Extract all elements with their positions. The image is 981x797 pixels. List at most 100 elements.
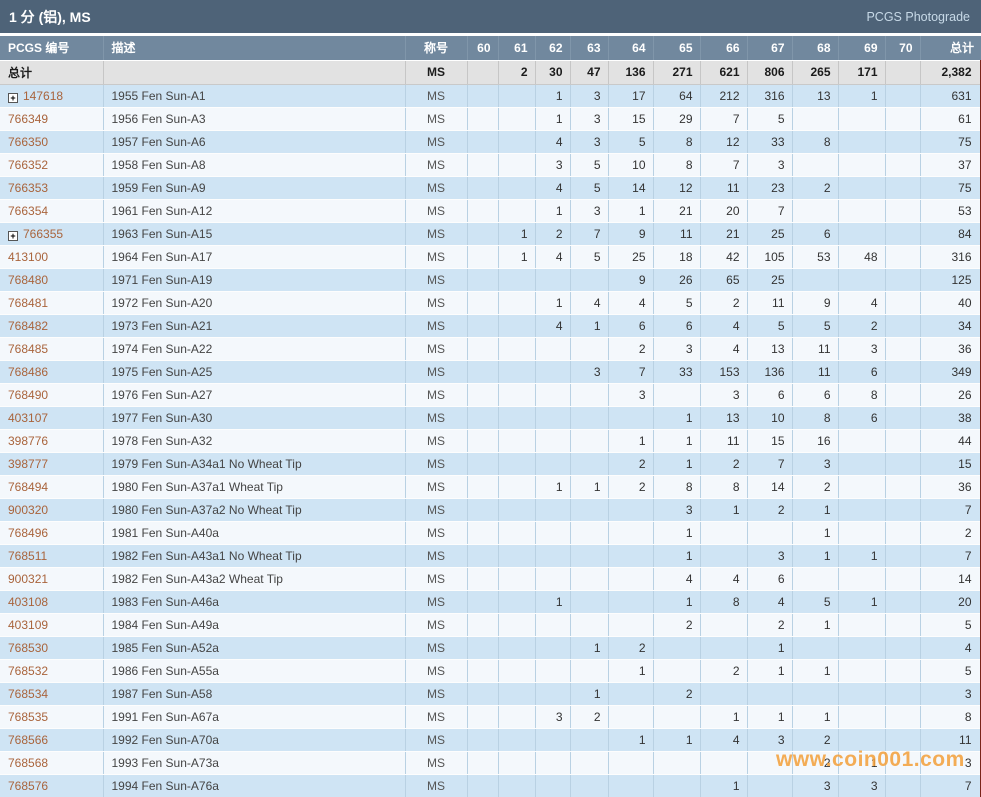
row-total-cell: 34 bbox=[920, 314, 981, 337]
grade-count-cell: 11 bbox=[792, 337, 838, 360]
column-header: 61 bbox=[498, 36, 535, 60]
pcgs-number-link[interactable]: 900320 bbox=[8, 503, 48, 517]
pcgs-number-link[interactable]: 413100 bbox=[8, 250, 48, 264]
grade-count-cell bbox=[570, 774, 608, 797]
designation-text: MS bbox=[427, 779, 445, 793]
coin-description-text: 1994 Fen Sun-A76a bbox=[112, 779, 219, 793]
pcgs-number-link[interactable]: 768530 bbox=[8, 641, 48, 655]
pcgs-number-link[interactable]: 768534 bbox=[8, 687, 48, 701]
grade-count-cell: 7 bbox=[747, 452, 792, 475]
pcgs-number-link[interactable]: 768566 bbox=[8, 733, 48, 747]
grade-count-cell: 7 bbox=[570, 222, 608, 245]
coin-description-text: 1974 Fen Sun-A22 bbox=[112, 342, 213, 356]
table-row: 9003201980 Fen Sun-A37a2 No Wheat TipMS3… bbox=[0, 498, 981, 521]
pcgs-number-link[interactable]: 766349 bbox=[8, 112, 48, 126]
coin-description-text: 1956 Fen Sun-A3 bbox=[112, 112, 206, 126]
grade-count-cell: 1 bbox=[535, 590, 570, 613]
grade-count-cell bbox=[570, 383, 608, 406]
expand-plus-icon[interactable]: + bbox=[8, 231, 18, 241]
grade-count-cell: 15 bbox=[747, 429, 792, 452]
pcgs-number-link[interactable]: 766353 bbox=[8, 181, 48, 195]
row-total-cell: 40 bbox=[920, 291, 981, 314]
grade-count-cell bbox=[467, 268, 498, 291]
designation-text: MS bbox=[427, 388, 445, 402]
grade-count-cell bbox=[535, 659, 570, 682]
designation-cell: MS bbox=[405, 429, 467, 452]
grade-count-cell: 3 bbox=[570, 199, 608, 222]
table-row: 7684821973 Fen Sun-A21MS4166455234 bbox=[0, 314, 981, 337]
grade-count-cell bbox=[498, 498, 535, 521]
grade-count-cell: 136 bbox=[747, 360, 792, 383]
grade-count-cell bbox=[700, 613, 747, 636]
pcgs-number-cell: 768485 bbox=[0, 337, 103, 360]
pcgs-number-cell: 768486 bbox=[0, 360, 103, 383]
row-total-cell: 5 bbox=[920, 659, 981, 682]
pcgs-number-link[interactable]: 768532 bbox=[8, 664, 48, 678]
pcgs-number-link[interactable]: 768486 bbox=[8, 365, 48, 379]
pcgs-number-link[interactable]: 768496 bbox=[8, 526, 48, 540]
pcgs-number-link[interactable]: 766352 bbox=[8, 158, 48, 172]
pcgs-number-link[interactable]: 768481 bbox=[8, 296, 48, 310]
grade-count-cell: 1 bbox=[792, 498, 838, 521]
pcgs-number-cell: 768481 bbox=[0, 291, 103, 314]
pcgs-number-link[interactable]: 766354 bbox=[8, 204, 48, 218]
grade-count-cell bbox=[498, 774, 535, 797]
page-title: 1 分 (铝), MS bbox=[9, 7, 91, 27]
designation-cell: MS bbox=[405, 360, 467, 383]
pcgs-number-link[interactable]: 398777 bbox=[8, 457, 48, 471]
pcgs-number-link[interactable]: 766350 bbox=[8, 135, 48, 149]
column-header: 称号 bbox=[405, 36, 467, 60]
coin-description: 1982 Fen Sun-A43a1 No Wheat Tip bbox=[103, 544, 405, 567]
grade-count-cell: 3 bbox=[747, 544, 792, 567]
grade-count-cell: 3 bbox=[570, 130, 608, 153]
grade-count-cell bbox=[498, 590, 535, 613]
table-row: 3987761978 Fen Sun-A32MS1111151644 bbox=[0, 429, 981, 452]
pcgs-number-link[interactable]: 768535 bbox=[8, 710, 48, 724]
photograde-link[interactable]: PCGS Photograde bbox=[866, 10, 970, 24]
pcgs-number-link[interactable]: 768576 bbox=[8, 779, 48, 793]
grade-count-cell bbox=[535, 613, 570, 636]
row-total-cell: 3 bbox=[920, 751, 981, 774]
grade-count-cell bbox=[792, 567, 838, 590]
coin-description: 1955 Fen Sun-A1 bbox=[103, 84, 405, 107]
expand-plus-icon[interactable]: + bbox=[8, 93, 18, 103]
coin-description: 1973 Fen Sun-A21 bbox=[103, 314, 405, 337]
pcgs-number-link[interactable]: 768485 bbox=[8, 342, 48, 356]
table-row: 7684851974 Fen Sun-A22MS2341311336 bbox=[0, 337, 981, 360]
pcgs-number-link[interactable]: 768482 bbox=[8, 319, 48, 333]
pcgs-number-link[interactable]: 147618 bbox=[23, 89, 63, 103]
coin-description: 1958 Fen Sun-A8 bbox=[103, 153, 405, 176]
pcgs-number-link[interactable]: 768494 bbox=[8, 480, 48, 494]
pcgs-number-link[interactable]: 766355 bbox=[23, 227, 63, 241]
grade-count-cell: 1 bbox=[838, 544, 885, 567]
row-total-cell: 44 bbox=[920, 429, 981, 452]
grade-count-cell bbox=[700, 636, 747, 659]
pcgs-number-link[interactable]: 403109 bbox=[8, 618, 48, 632]
pcgs-number-link[interactable]: 398776 bbox=[8, 434, 48, 448]
grade-count-cell: 3 bbox=[535, 705, 570, 728]
grade-count-cell: 1 bbox=[792, 544, 838, 567]
pcgs-number-link[interactable]: 768480 bbox=[8, 273, 48, 287]
pcgs-number-link[interactable]: 900321 bbox=[8, 572, 48, 586]
designation-cell: MS bbox=[405, 406, 467, 429]
designation-cell: MS bbox=[405, 475, 467, 498]
pcgs-number-link[interactable]: 403107 bbox=[8, 411, 48, 425]
grade-count-cell bbox=[885, 682, 920, 705]
grade-count-cell: 6 bbox=[653, 314, 700, 337]
coin-description: 1992 Fen Sun-A70a bbox=[103, 728, 405, 751]
pcgs-number-link[interactable]: 403108 bbox=[8, 595, 48, 609]
coin-description: 1980 Fen Sun-A37a2 No Wheat Tip bbox=[103, 498, 405, 521]
pcgs-number-link[interactable]: 768511 bbox=[8, 549, 47, 563]
pcgs-number-link[interactable]: 768568 bbox=[8, 756, 48, 770]
designation-text: MS bbox=[427, 365, 445, 379]
designation-cell: MS bbox=[405, 268, 467, 291]
designation-cell: MS bbox=[405, 636, 467, 659]
grade-count-cell bbox=[608, 613, 653, 636]
coin-description-text: 1991 Fen Sun-A67a bbox=[112, 710, 219, 724]
grade-count-cell bbox=[498, 199, 535, 222]
totals-grade-count: 621 bbox=[700, 60, 747, 84]
grade-count-cell bbox=[467, 475, 498, 498]
pcgs-number-link[interactable]: 768490 bbox=[8, 388, 48, 402]
designation-cell: MS bbox=[405, 314, 467, 337]
grade-count-cell bbox=[885, 383, 920, 406]
